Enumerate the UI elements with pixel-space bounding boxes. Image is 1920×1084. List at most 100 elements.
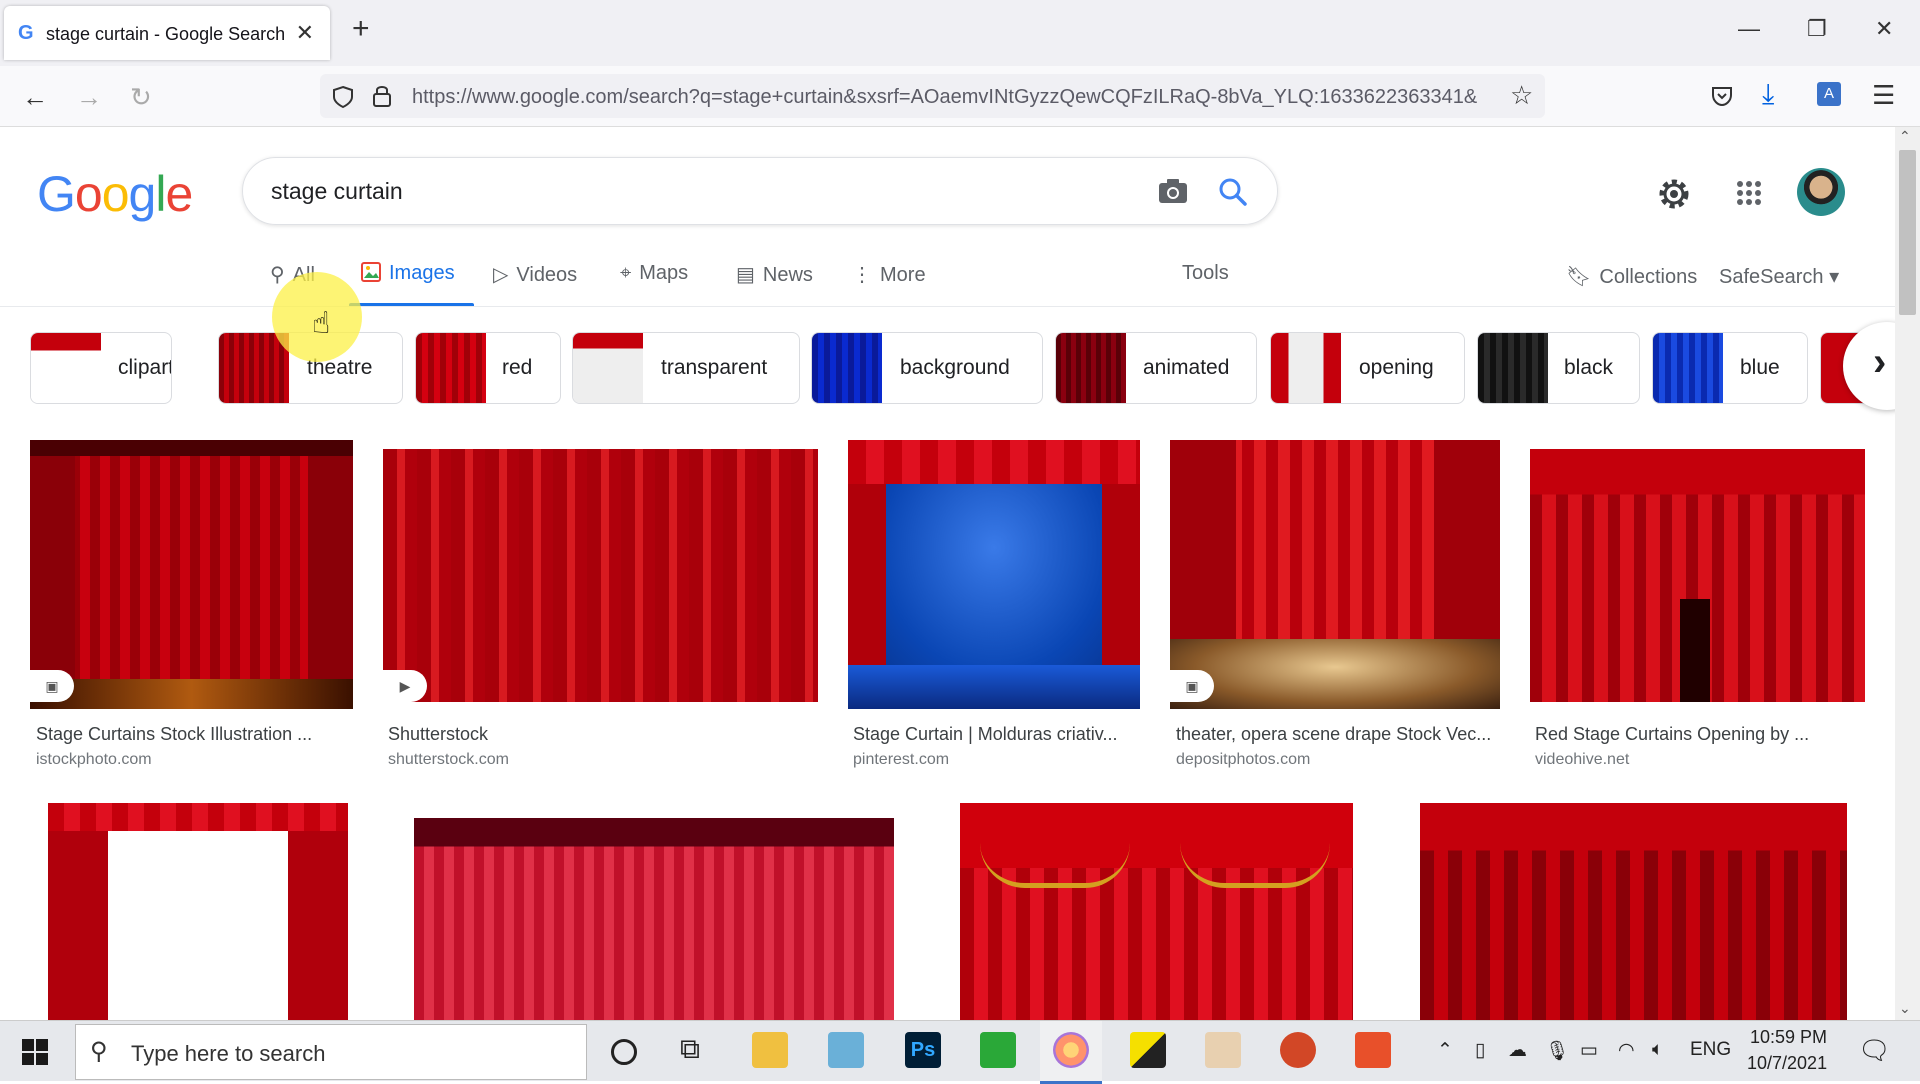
url-text[interactable]: https://www.google.com/search?q=stage+cu… (412, 86, 1502, 109)
search-icon[interactable] (1218, 177, 1248, 207)
onedrive-icon[interactable]: ☁ (1508, 1039, 1527, 1062)
result-title-3[interactable]: Stage Curtain | Molduras criativ... (853, 724, 1117, 745)
pocket-icon[interactable] (1710, 84, 1734, 108)
result-image-1[interactable]: ▣ (30, 440, 353, 709)
chip-red[interactable]: red (415, 332, 561, 404)
close-window-icon[interactable]: ✕ (1875, 16, 1893, 42)
chip-clipart[interactable]: clipart (30, 332, 172, 404)
lock-icon[interactable] (372, 84, 392, 108)
chip-black[interactable]: black (1477, 332, 1640, 404)
apps-grid-icon[interactable] (1736, 180, 1762, 206)
photoshop-icon[interactable]: Ps (905, 1032, 941, 1068)
restore-icon[interactable]: ❐ (1807, 16, 1827, 42)
search-box[interactable]: stage curtain (242, 157, 1278, 225)
result-image-7[interactable] (414, 818, 894, 1020)
file-explorer-icon[interactable] (752, 1032, 788, 1068)
tab-news-label: News (762, 264, 813, 286)
google-logo[interactable]: Google (37, 165, 193, 223)
tab-news[interactable]: ▤ News (736, 262, 813, 287)
address-bar[interactable]: https://www.google.com/search?q=stage+cu… (320, 74, 1545, 118)
sticky-notes-icon[interactable] (1130, 1032, 1166, 1068)
chip-background[interactable]: background (811, 332, 1043, 404)
result-title-1[interactable]: Stage Curtains Stock Illustration ... (36, 724, 312, 745)
reload-icon[interactable]: ↻ (130, 82, 152, 113)
tools-button[interactable]: Tools (1182, 262, 1229, 285)
clock-date[interactable]: 10/7/2021 (1747, 1053, 1827, 1074)
language-indicator[interactable]: ENG (1690, 1039, 1731, 1061)
tab-images-label: Images (389, 262, 455, 284)
windows-start-icon[interactable] (22, 1039, 48, 1065)
result-image-9[interactable] (1420, 803, 1847, 1020)
collections-label: Collections (1599, 266, 1698, 288)
tab-images[interactable]: Images (361, 262, 455, 285)
more-vert-icon: ⋮ (852, 264, 872, 286)
result-source-5[interactable]: videohive.net (1535, 751, 1629, 769)
chip-blue[interactable]: blue (1652, 332, 1808, 404)
result-title-4[interactable]: theater, opera scene drape Stock Vec... (1176, 724, 1491, 745)
tab-videos[interactable]: ▷ Videos (493, 262, 577, 287)
scroll-down-icon[interactable]: ⌄ (1899, 1000, 1911, 1017)
result-image-8[interactable] (960, 803, 1353, 1020)
task-view-icon[interactable]: ⧉ (680, 1033, 700, 1066)
hand-cursor-icon: ☝︎ (312, 307, 331, 340)
navigation-bar: ← → ↻ https://www.google.com/search?q=st… (0, 66, 1920, 127)
app-icon-blue[interactable] (828, 1032, 864, 1068)
wifi-icon[interactable]: ◠ (1618, 1039, 1635, 1062)
paint-icon[interactable] (1205, 1032, 1241, 1068)
cortana-icon[interactable] (611, 1039, 637, 1065)
result-source-4[interactable]: depositphotos.com (1176, 751, 1310, 769)
account-avatar[interactable] (1797, 168, 1845, 216)
result-image-6[interactable] (48, 803, 348, 1020)
chip-label: animated (1143, 356, 1230, 379)
result-image-2[interactable]: ▶ (383, 449, 818, 702)
new-tab-icon[interactable]: + (352, 12, 370, 46)
chip-opening[interactable]: opening (1270, 332, 1465, 404)
tab-maps[interactable]: ⌖ Maps (620, 262, 688, 285)
forward-icon[interactable]: → (76, 82, 102, 113)
shield-icon[interactable] (332, 85, 354, 109)
result-image-4[interactable]: ▣ (1170, 440, 1500, 709)
settings-gear-icon[interactable] (1656, 176, 1692, 212)
tab-more[interactable]: ⋮ More (852, 262, 926, 287)
bookmark-icon: 🔖︎ (1566, 266, 1592, 288)
volume-icon[interactable]: 🔈︎ (1652, 1039, 1663, 1061)
show-hidden-icons-icon[interactable]: ⌃ (1437, 1039, 1453, 1062)
camtasia-recorder-icon[interactable] (1355, 1032, 1391, 1068)
safesearch-button[interactable]: SafeSearch ▾ (1719, 264, 1839, 289)
bookmark-star-icon[interactable]: ☆ (1510, 80, 1533, 111)
notification-icon[interactable]: 🗨︎ (1858, 1035, 1891, 1066)
chip-label: transparent (661, 356, 768, 379)
chip-transparent[interactable]: transparent (572, 332, 800, 404)
scrollbar-thumb[interactable] (1899, 150, 1916, 315)
powerpoint-icon[interactable] (1280, 1032, 1316, 1068)
result-title-2[interactable]: Shutterstock (388, 724, 488, 745)
result-image-5[interactable] (1530, 449, 1865, 702)
taskbar-search-box[interactable]: ⚲ Type here to search (75, 1024, 587, 1080)
back-icon[interactable]: ← (22, 82, 48, 113)
search-input[interactable]: stage curtain (271, 178, 403, 205)
news-icon: ▤ (736, 264, 755, 286)
microphone-icon[interactable]: 🎙︎ (1545, 1039, 1569, 1063)
chip-animated[interactable]: animated (1055, 332, 1257, 404)
menu-icon[interactable]: ☰ (1872, 80, 1895, 111)
battery-icon[interactable]: ▭ (1580, 1039, 1598, 1062)
result-title-5[interactable]: Red Stage Curtains Opening by ... (1535, 724, 1809, 745)
result-source-2[interactable]: shutterstock.com (388, 751, 509, 769)
collections-button[interactable]: 🔖︎ Collections (1566, 264, 1697, 289)
download-icon[interactable]: ⤓ (1762, 78, 1774, 111)
translate-extension-icon[interactable]: A (1817, 82, 1841, 106)
scroll-up-icon[interactable]: ⌃ (1899, 128, 1911, 145)
clock-time[interactable]: 10:59 PM (1750, 1027, 1827, 1048)
close-tab-icon[interactable]: ✕ (296, 20, 314, 46)
minimize-icon[interactable]: — (1738, 16, 1760, 42)
result-source-1[interactable]: istockphoto.com (36, 751, 152, 769)
browser-tab[interactable]: G stage curtain - Google Search ✕ (4, 6, 330, 60)
gold-trim (1180, 843, 1330, 888)
result-image-3[interactable] (848, 440, 1140, 709)
result-source-3[interactable]: pinterest.com (853, 751, 949, 769)
camera-icon[interactable] (1158, 178, 1188, 204)
video-play-icon: ▷ (493, 264, 509, 286)
stage-floor (848, 665, 1140, 709)
device-icon[interactable]: ▯ (1475, 1039, 1485, 1062)
camtasia-icon[interactable] (980, 1032, 1016, 1068)
